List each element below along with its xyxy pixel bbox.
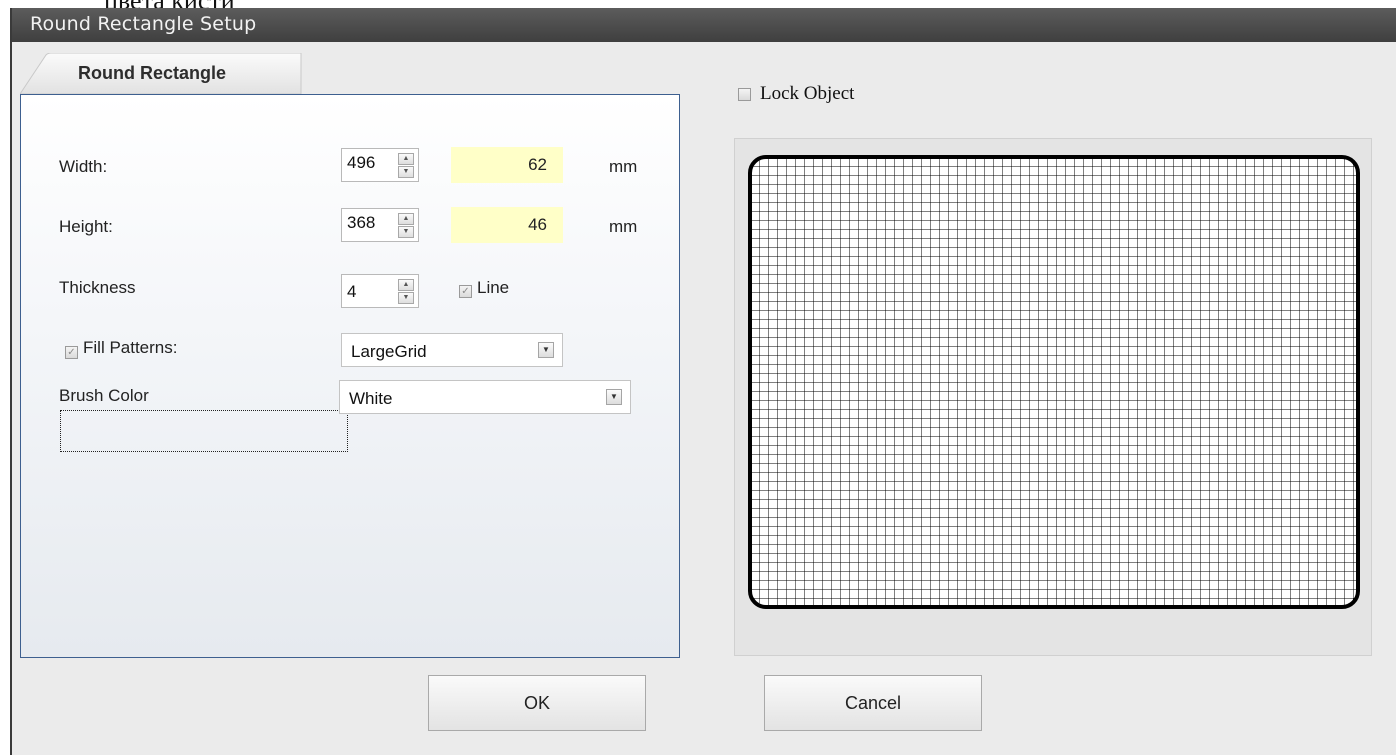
height-mm-value: 46 — [528, 215, 547, 234]
properties-panel: Width: 496 ▲ ▼ 62 mm Height: 368 ▲ ▼ 46 … — [20, 94, 680, 658]
height-mm-field: 46 — [451, 207, 563, 243]
spin-down-icon[interactable]: ▼ — [398, 226, 414, 238]
fill-patterns-focus-box — [60, 410, 348, 452]
width-mm-value: 62 — [528, 155, 547, 174]
height-label: Height: — [59, 217, 113, 236]
width-spin[interactable]: ▲ ▼ — [398, 153, 414, 178]
shape-preview-area — [734, 138, 1372, 656]
brush-color-label: Brush Color — [59, 386, 149, 405]
chevron-down-icon[interactable]: ▼ — [538, 342, 554, 358]
width-stepper[interactable]: 496 ▲ ▼ — [341, 148, 419, 182]
spin-up-icon[interactable]: ▲ — [398, 213, 414, 225]
window-title: Round Rectangle Setup — [30, 13, 257, 35]
tab-label: Round Rectangle — [78, 63, 227, 83]
width-mm-field: 62 — [451, 147, 563, 183]
spin-down-icon[interactable]: ▼ — [398, 292, 414, 304]
lock-object-label[interactable]: Lock Object — [760, 83, 854, 105]
height-unit: mm — [609, 217, 638, 236]
fill-patterns-value: LargeGrid — [351, 342, 427, 361]
brush-color-select[interactable]: White ▼ — [339, 380, 631, 414]
width-unit: mm — [609, 157, 638, 176]
height-spin[interactable]: ▲ ▼ — [398, 213, 414, 238]
chevron-down-icon[interactable]: ▼ — [606, 389, 622, 405]
height-value: 368 — [347, 213, 376, 232]
round-rectangle-setup-dialog: Round Rectangle Setup Round Rectangle Wi… — [10, 8, 1396, 755]
cancel-button[interactable]: Cancel — [764, 675, 982, 731]
width-value: 496 — [347, 153, 376, 172]
height-stepper[interactable]: 368 ▲ ▼ — [341, 208, 419, 242]
thickness-value: 4 — [347, 282, 357, 301]
preview-shape — [748, 155, 1360, 609]
spin-down-icon[interactable]: ▼ — [398, 166, 414, 178]
lock-object-checkbox[interactable] — [738, 88, 751, 101]
brush-color-value: White — [349, 389, 393, 408]
spin-up-icon[interactable]: ▲ — [398, 279, 414, 291]
ok-button[interactable]: OK — [428, 675, 646, 731]
thickness-label: Thickness — [59, 278, 136, 297]
fill-patterns-label[interactable]: Fill Patterns: — [83, 338, 177, 358]
round-rectangle-preview — [748, 155, 1360, 609]
title-bar[interactable]: Round Rectangle Setup — [12, 8, 1396, 42]
thickness-stepper[interactable]: 4 ▲ ▼ — [341, 274, 419, 308]
thickness-spin[interactable]: ▲ ▼ — [398, 279, 414, 304]
line-label: Line — [477, 278, 510, 297]
width-label: Width: — [59, 157, 108, 176]
spin-up-icon[interactable]: ▲ — [398, 153, 414, 165]
fill-patterns-select[interactable]: LargeGrid ▼ — [341, 333, 563, 367]
fill-patterns-checkbox[interactable]: ✓ — [65, 346, 78, 359]
line-checkbox[interactable]: ✓ — [459, 285, 472, 298]
tab-round-rectangle[interactable]: Round Rectangle — [20, 53, 302, 95]
